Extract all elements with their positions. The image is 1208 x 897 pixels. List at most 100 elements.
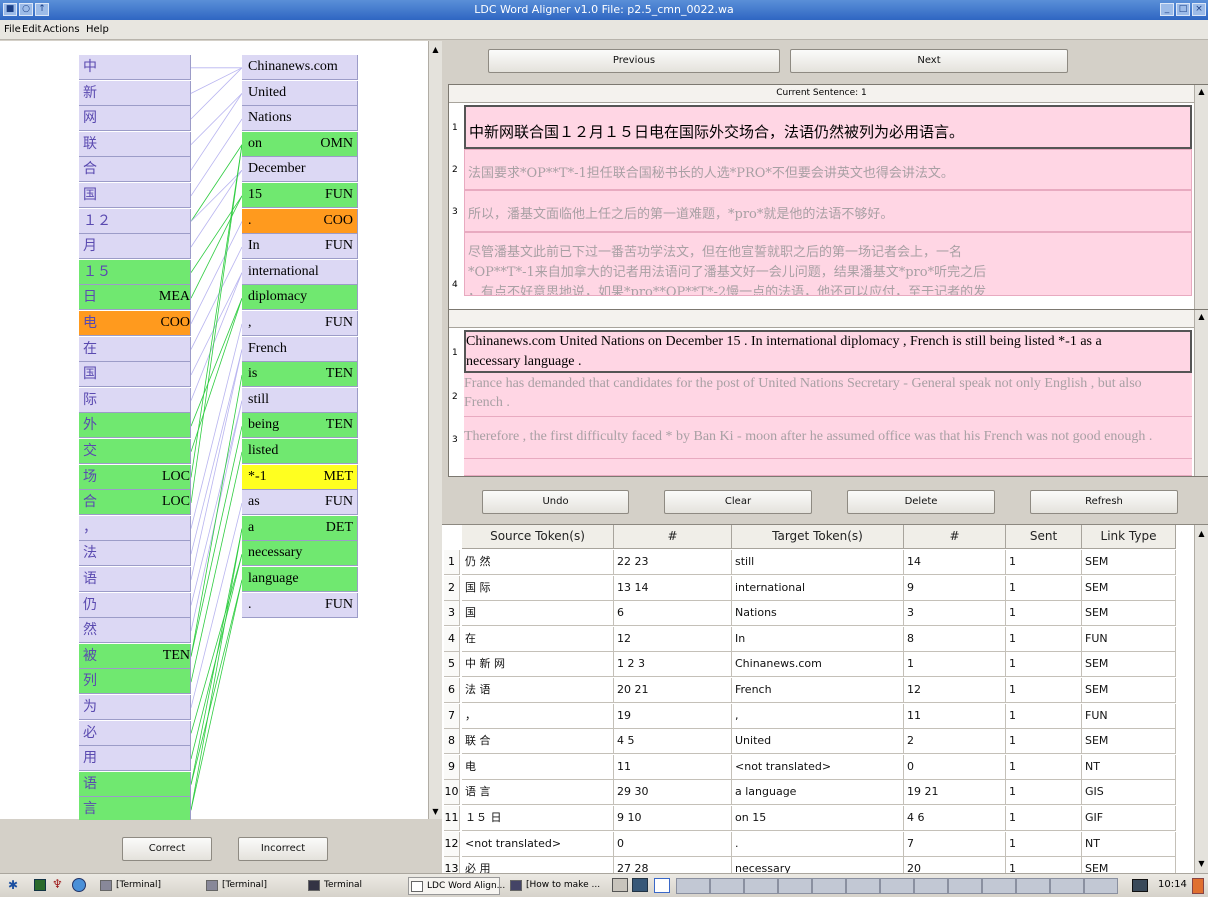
table-cell[interactable]: 13 14 <box>614 575 732 601</box>
table-cell[interactable]: <not translated> <box>732 754 904 780</box>
target-token[interactable]: necessary <box>242 541 358 567</box>
table-cell[interactable]: 1 <box>1006 729 1082 755</box>
table-scrollbar[interactable]: ▲ ▼ <box>1194 525 1208 874</box>
source-sentence-4[interactable]: 尽管潘基文此前已下过一番苦功学法文，但在他宣誓就职之后的第一场记者会上，一名 *… <box>464 232 1192 296</box>
table-cell[interactable]: １５ 日 <box>462 806 614 831</box>
target-token[interactable]: Nations <box>242 106 358 132</box>
row-number[interactable]: 12 <box>444 831 460 857</box>
scroll-down-icon[interactable]: ▼ <box>431 807 440 817</box>
table-cell[interactable]: 6 <box>614 601 732 627</box>
table-cell[interactable]: French <box>732 678 904 703</box>
menu-actions[interactable]: Actions <box>43 24 80 35</box>
table-cell[interactable]: ， <box>462 703 614 729</box>
task-terminal-2[interactable]: [Terminal] <box>204 877 300 895</box>
table-cell[interactable]: on 15 <box>732 806 904 831</box>
next-button[interactable]: Next <box>790 49 1068 73</box>
table-cell[interactable]: 12 <box>904 678 1006 703</box>
table-cell[interactable]: FUN <box>1082 626 1176 652</box>
target-token[interactable]: Chinanews.com <box>242 55 358 80</box>
source-token[interactable]: １５ <box>79 259 191 285</box>
table-cell[interactable]: SEM <box>1082 729 1176 755</box>
target-sentence-1[interactable]: Chinanews.com United Nations on December… <box>464 330 1192 373</box>
workspace-icon[interactable] <box>654 878 670 893</box>
task-terminal-1[interactable]: [Terminal] <box>98 877 194 895</box>
source-list-scrollbar[interactable]: ▲ <box>1194 85 1208 343</box>
source-token[interactable]: 联 <box>79 131 191 157</box>
alignment-scrollbar[interactable]: ▲ ▼ <box>428 41 442 819</box>
browser-launcher-icon[interactable] <box>72 878 86 892</box>
workspace-slot[interactable] <box>710 878 744 894</box>
source-token[interactable]: ， <box>79 515 191 541</box>
source-token[interactable]: 语 <box>79 567 191 592</box>
table-cell[interactable]: 2 <box>904 729 1006 755</box>
desktop-icon[interactable] <box>1132 879 1148 892</box>
table-cell[interactable]: 4 5 <box>614 729 732 755</box>
correct-button[interactable]: Correct <box>122 837 212 861</box>
scroll-up-icon[interactable]: ▲ <box>1197 312 1206 322</box>
table-cell[interactable]: 29 30 <box>614 780 732 806</box>
refresh-button[interactable]: Refresh <box>1030 490 1178 514</box>
source-token[interactable]: 国 <box>79 183 191 208</box>
target-token[interactable]: as FUN <box>242 490 358 516</box>
target-token[interactable]: diplomacy <box>242 285 358 311</box>
source-token[interactable]: 合 <box>79 157 191 183</box>
close-icon[interactable]: × <box>1192 3 1206 16</box>
menu-edit[interactable]: Edit <box>22 24 41 35</box>
start-menu-icon[interactable]: ✱ <box>8 878 18 892</box>
table-cell[interactable]: 1 2 3 <box>614 652 732 678</box>
table-cell[interactable]: 7 <box>904 831 1006 857</box>
table-cell[interactable]: Nations <box>732 601 904 627</box>
table-cell[interactable]: 1 <box>1006 601 1082 627</box>
source-token[interactable]: 仍 <box>79 592 191 618</box>
target-token[interactable]: is TEN <box>242 362 358 388</box>
target-token[interactable]: language <box>242 567 358 592</box>
source-token[interactable]: 为 <box>79 695 191 720</box>
target-token[interactable]: . COO <box>242 208 358 234</box>
workspace-slot[interactable] <box>846 878 880 894</box>
column-header-sent[interactable]: Sent <box>1006 525 1082 549</box>
row-number[interactable]: 7 <box>444 703 460 729</box>
workspace-slot[interactable] <box>744 878 778 894</box>
workspace-slot[interactable] <box>1084 878 1118 894</box>
printer-icon[interactable] <box>612 878 628 892</box>
table-cell[interactable]: United <box>732 729 904 755</box>
table-cell[interactable]: SEM <box>1082 601 1176 627</box>
row-number[interactable]: 3 <box>444 601 460 627</box>
column-header-source[interactable]: Source Token(s) <box>462 525 614 549</box>
target-sentence-2[interactable]: France has demanded that candidates for … <box>464 373 1192 417</box>
table-cell[interactable]: 在 <box>462 626 614 652</box>
workspace-slot[interactable] <box>948 878 982 894</box>
column-header-target[interactable]: Target Token(s) <box>732 525 904 549</box>
scroll-up-icon[interactable]: ▲ <box>431 45 440 55</box>
table-cell[interactable]: 0 <box>904 754 1006 780</box>
maximize-icon[interactable]: □ <box>1176 3 1190 16</box>
source-token[interactable]: 在 <box>79 336 191 362</box>
table-cell[interactable]: 1 <box>1006 550 1082 575</box>
table-cell[interactable]: 1 <box>1006 806 1082 831</box>
network-icon[interactable]: ♆ <box>52 877 63 891</box>
minimize-icon[interactable]: _ <box>1160 3 1174 16</box>
table-cell[interactable]: 9 <box>904 575 1006 601</box>
clear-button[interactable]: Clear <box>664 490 812 514</box>
table-cell[interactable]: <not translated> <box>462 831 614 857</box>
table-cell[interactable]: 1 <box>1006 754 1082 780</box>
target-token[interactable]: In FUN <box>242 234 358 260</box>
table-cell[interactable]: 电 <box>462 754 614 780</box>
terminal-launcher-icon[interactable] <box>34 879 46 891</box>
table-cell[interactable]: 20 21 <box>614 678 732 703</box>
source-token[interactable]: 言 <box>79 797 191 823</box>
source-token[interactable]: 月 <box>79 234 191 260</box>
table-cell[interactable]: 11 <box>904 703 1006 729</box>
incorrect-button[interactable]: Incorrect <box>238 837 328 861</box>
target-sentence-4[interactable] <box>464 459 1192 476</box>
target-token[interactable]: December <box>242 157 358 183</box>
row-number[interactable]: 11 <box>444 806 460 831</box>
target-token[interactable]: United <box>242 80 358 106</box>
table-cell[interactable]: 1 <box>1006 780 1082 806</box>
source-token[interactable]: 中 <box>79 55 191 80</box>
target-token[interactable]: . FUN <box>242 592 358 618</box>
source-token[interactable]: 际 <box>79 387 191 413</box>
target-token[interactable]: listed <box>242 439 358 464</box>
menu-help[interactable]: Help <box>86 24 109 35</box>
table-cell[interactable]: NT <box>1082 754 1176 780</box>
